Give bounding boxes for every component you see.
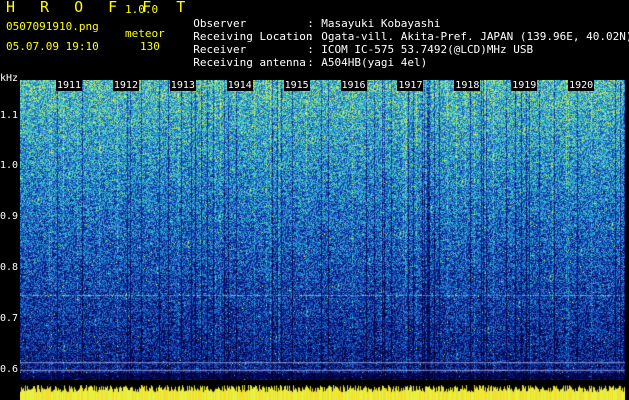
x-tick-label: 1911 — [56, 80, 83, 91]
info-row-antenna: Receiving antenna: A504HB(yagi 4el) — [180, 43, 427, 69]
y-axis-unit: kHz — [0, 73, 19, 84]
x-tick-label: 1914 — [226, 80, 253, 91]
x-tick-label: 1919 — [511, 80, 538, 91]
spectrogram-canvas — [20, 80, 625, 380]
info-sep: : — [307, 56, 314, 69]
x-tick-label: 1920 — [568, 80, 595, 91]
y-tick-label: 0.7 — [0, 312, 19, 324]
x-tick-label: 1913 — [169, 80, 196, 91]
x-tick-label: 1917 — [397, 80, 424, 91]
spectrogram — [20, 80, 625, 380]
y-tick-label: 1.1 — [0, 109, 19, 121]
x-tick-label: 1918 — [454, 80, 481, 91]
info-key: Receiving antenna — [193, 56, 306, 69]
app-title: H R O F F T — [6, 0, 194, 16]
mode-label: meteor — [125, 27, 165, 40]
count-value: 130 — [140, 40, 160, 53]
y-tick-label: 0.6 — [0, 363, 19, 375]
file-name: 0507091910.png — [6, 20, 99, 33]
y-tick-label: 0.9 — [0, 211, 19, 223]
info-value: A504HB(yagi 4el) — [321, 56, 428, 69]
datetime: 05.07.09 19:10 — [6, 40, 99, 53]
x-tick-label: 1915 — [283, 80, 310, 91]
y-tick-label: 0.8 — [0, 262, 19, 274]
app-version: 1.0.0 — [125, 3, 159, 16]
x-tick-label: 1916 — [340, 80, 367, 91]
signal-baseline — [20, 385, 625, 400]
y-tick-label: 1.0 — [0, 160, 19, 172]
x-tick-label: 1912 — [112, 80, 139, 91]
